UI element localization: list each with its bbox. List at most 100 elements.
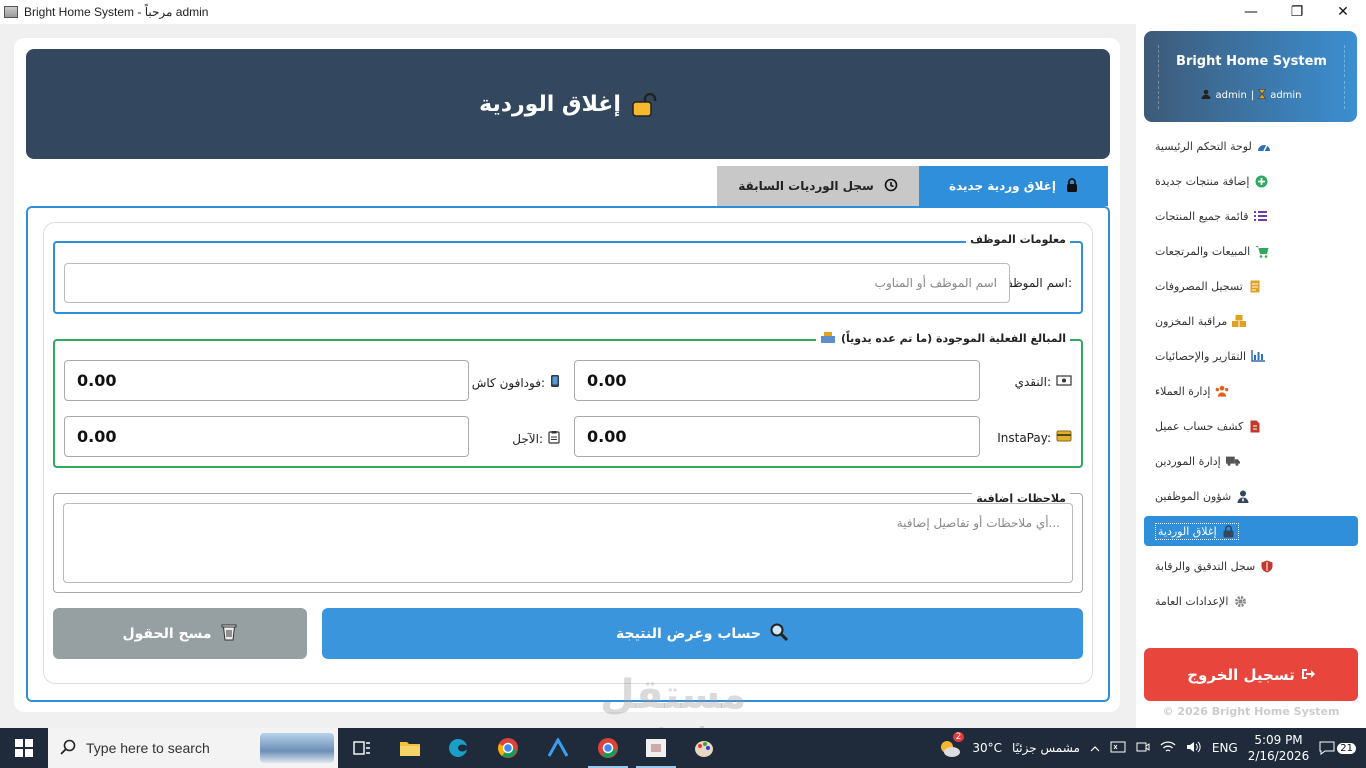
meet-now-icon[interactable] (1136, 740, 1150, 757)
employee-name-input[interactable]: اسم الموظف أو المناوب (64, 263, 1010, 303)
lock-icon (1066, 177, 1078, 195)
sidebar-item-label: شؤون الموظفين (1155, 489, 1232, 503)
cash-register-icon (820, 331, 836, 346)
truck-icon (1225, 455, 1240, 468)
copyright: © 2026 Bright Home System (1162, 705, 1340, 718)
input-language[interactable]: ENG (1212, 741, 1238, 755)
dashboard-icon (1257, 140, 1271, 153)
receipt-icon (1248, 280, 1262, 293)
paint-app-icon[interactable] (680, 728, 728, 768)
volume-icon[interactable] (1186, 740, 1202, 757)
task-view-icon[interactable] (338, 728, 386, 768)
bar-chart-icon (1251, 350, 1266, 363)
file-explorer-icon[interactable] (386, 728, 434, 768)
sidebar-item-bar-chart[interactable]: التقارير والإحصائيات (1144, 341, 1358, 371)
sidebar-item-list[interactable]: قائمة جميع المنتجات (1144, 201, 1358, 231)
maximize-button[interactable]: ❐ (1274, 0, 1320, 24)
trash-icon (220, 622, 238, 646)
shield-icon (1260, 560, 1274, 573)
close-button[interactable]: ✕ (1320, 0, 1366, 24)
taskbar-search-box[interactable]: Type here to search (48, 728, 338, 768)
money-bill-icon (1056, 374, 1072, 389)
weather-icon[interactable]: 2 (938, 732, 965, 758)
brand-card: Bright Home System admin | admin (1144, 31, 1357, 122)
sidebar-item-user-tie[interactable]: شؤون الموظفين (1144, 481, 1358, 511)
users-icon (1215, 385, 1229, 398)
cart-icon (1255, 245, 1269, 258)
sidebar-item-label: مراقبة المخزون (1155, 314, 1228, 328)
sidebar-item-shield[interactable]: سجل التدقيق والرقابة (1144, 551, 1358, 581)
windows-start-button[interactable] (0, 728, 48, 768)
page-header: إغلاق الوردية (26, 49, 1110, 159)
sidebar-item-users[interactable]: إدارة العملاء (1144, 376, 1358, 406)
credit-amount-input[interactable]: 0.00 (64, 416, 469, 457)
chevron-up-icon[interactable] (1090, 741, 1100, 755)
tab-shift-history[interactable]: سجل الورديات السابقة (717, 166, 919, 206)
chrome-profile-icon[interactable] (584, 728, 632, 768)
tab-new-shift-close[interactable]: إغلاق وردية جديدة (919, 166, 1108, 206)
unlock-icon (631, 92, 657, 117)
page-title: إغلاق الوردية (479, 91, 621, 117)
vodafone-cash-amount-input[interactable]: 0.00 (64, 360, 469, 401)
search-highlight-image (260, 733, 334, 763)
clock[interactable]: 5:09 PM 2/16/2026 (1248, 732, 1310, 764)
python-app-icon[interactable] (632, 728, 680, 768)
employee-info-legend: معلومات الموظف (966, 233, 1070, 246)
windows-logo-icon (15, 739, 33, 757)
credit-label: الآجل: (512, 430, 560, 447)
sidebar-item-label: سجل التدقيق والرقابة (1155, 559, 1256, 573)
sidebar-item-plus-circle[interactable]: إضافة منتجات جديدة (1144, 166, 1358, 196)
sidebar-item-label: الإعدادات العامة (1155, 594, 1229, 608)
chrome-icon[interactable] (484, 728, 532, 768)
vodafone-cash-label: فودافون كاش: (472, 374, 560, 391)
sidebar-item-label: المبيعات والمرتجعات (1155, 244, 1251, 258)
list-icon (1253, 210, 1267, 223)
cash-label: النقدي: (1015, 374, 1072, 389)
weather-badge: 2 (952, 732, 965, 742)
sidebar-item-label: إدارة الموردين (1155, 454, 1221, 468)
tab-label: سجل الورديات السابقة (738, 179, 874, 193)
user-info: admin | admin (1158, 81, 1345, 109)
sidebar-item-label: لوحة التحكم الرئيسية (1155, 139, 1252, 153)
user-separator: | (1250, 89, 1255, 101)
sidebar-item-boxes[interactable]: مراقبة المخزون (1144, 306, 1358, 336)
sidebar-item-label: إغلاق الوردية (1158, 524, 1217, 538)
tray-app-icon[interactable] (1110, 740, 1126, 757)
wifi-icon[interactable] (1160, 740, 1176, 757)
search-icon (60, 739, 76, 758)
user-tie-icon (1236, 490, 1250, 503)
system-tray: 2 30°C مشمس جزئيًا ENG 5:09 PM 2/16/2026… (938, 728, 1366, 768)
minimize-button[interactable]: — (1228, 0, 1274, 24)
sidebar-item-receipt[interactable]: تسجيل المصروفات (1144, 271, 1358, 301)
notification-center-icon[interactable]: 21 (1319, 741, 1356, 755)
history-icon (884, 178, 898, 195)
sidebar-item-label: إضافة منتجات جديدة (1155, 174, 1250, 188)
sidebar-item-lock[interactable]: إغلاق الوردية (1144, 516, 1358, 546)
weather-temperature[interactable]: 30°C (972, 741, 1002, 755)
sidebar-item-dashboard[interactable]: لوحة التحكم الرئيسية (1144, 131, 1358, 161)
plus-circle-icon (1254, 175, 1268, 188)
boxes-icon (1232, 315, 1247, 328)
calculate-button[interactable]: حساب وعرض النتيجة (322, 608, 1083, 659)
clear-fields-button[interactable]: مسح الحقول (53, 608, 307, 659)
arduino-app-icon[interactable] (534, 728, 582, 768)
sidebar-item-truck[interactable]: إدارة الموردين (1144, 446, 1358, 476)
sidebar-item-label: كشف حساب عميل (1155, 419, 1244, 433)
weather-description[interactable]: مشمس جزئيًا (1012, 741, 1080, 755)
sidebar-item-file-invoice[interactable]: كشف حساب عميل (1144, 411, 1358, 441)
edge-browser-icon[interactable] (434, 728, 482, 768)
taskbar: Type here to search 2 30°C مشمس جزئيًا E… (0, 728, 1366, 768)
sidebar-item-label: التقارير والإحصائيات (1155, 349, 1247, 363)
sidebar-item-gear[interactable]: الإعدادات العامة (1144, 586, 1358, 616)
lock-icon (1222, 524, 1236, 538)
instapay-amount-input[interactable]: 0.00 (574, 416, 980, 457)
mobile-phone-icon (550, 374, 560, 391)
sign-out-icon (1301, 666, 1315, 684)
cash-amount-input[interactable]: 0.00 (574, 360, 980, 401)
username: admin (1215, 89, 1247, 101)
logout-button[interactable]: تسجيل الخروج (1144, 648, 1358, 701)
notes-textarea[interactable]: أي ملاحظات أو تفاصيل إضافية... (63, 503, 1073, 583)
file-invoice-icon (1248, 420, 1262, 433)
sidebar-item-cart[interactable]: المبيعات والمرتجعات (1144, 236, 1358, 266)
brand-name: Bright Home System (1158, 45, 1345, 77)
